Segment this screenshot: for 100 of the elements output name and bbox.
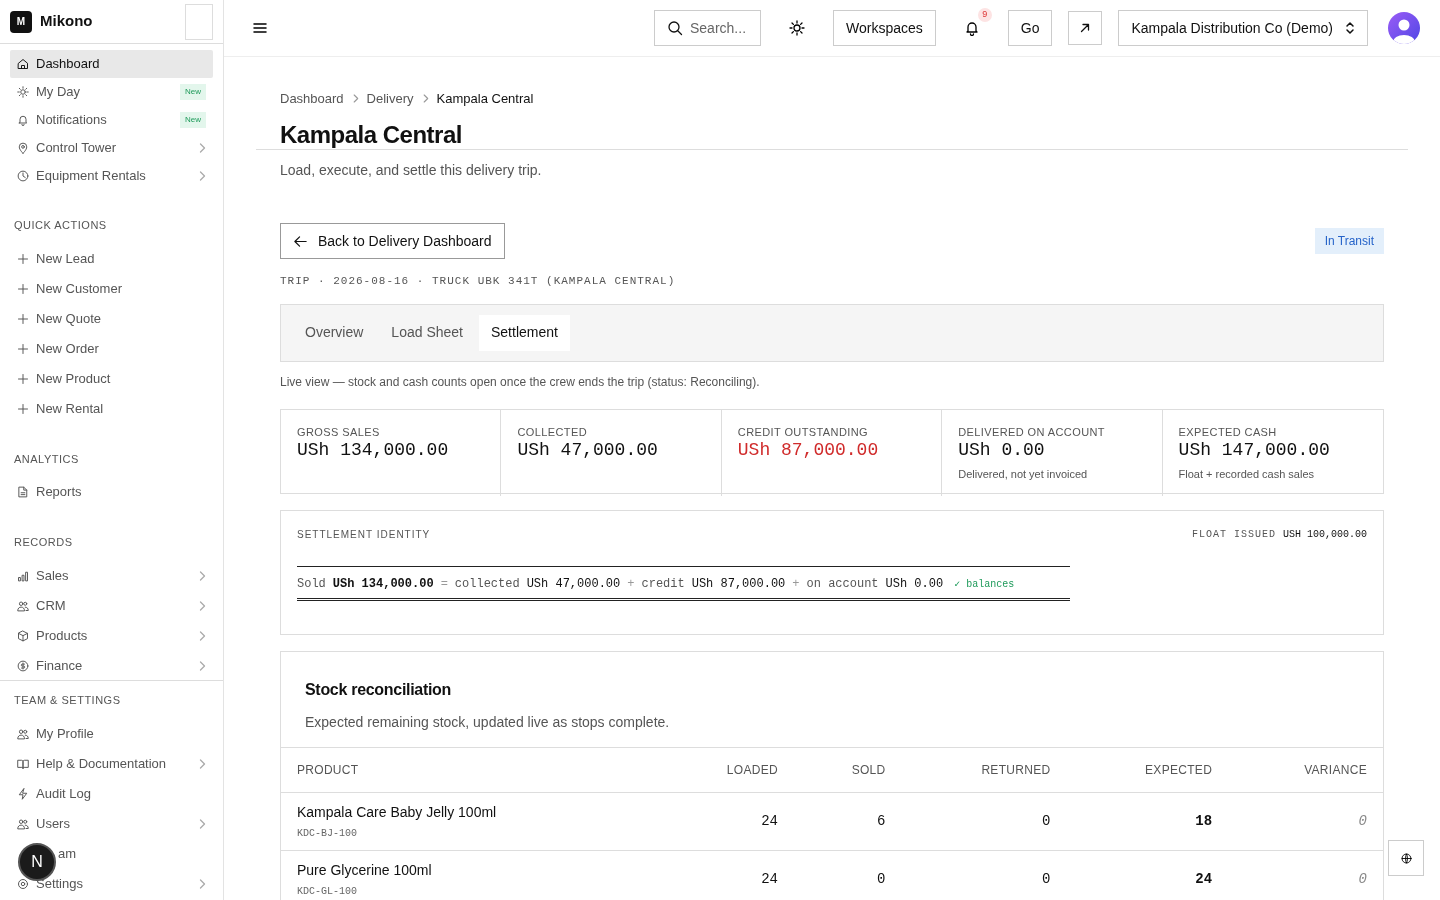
new-badge: New xyxy=(180,84,206,100)
column-header: SOLD xyxy=(794,747,902,793)
book-icon xyxy=(17,757,29,770)
sidebar-item[interactable]: am xyxy=(58,838,213,869)
document-icon xyxy=(17,486,29,498)
equation-term: Sold xyxy=(297,575,326,593)
metric-note: Delivered, not yet invoiced xyxy=(958,466,1089,482)
equation-operator: + xyxy=(792,575,800,593)
cube-icon xyxy=(17,629,29,642)
sidebar-item[interactable]: My Day New xyxy=(10,78,213,106)
metric-label: COLLECTED xyxy=(517,424,588,440)
metric-label: EXPECTED CASH xyxy=(1178,424,1278,440)
sidebar-item[interactable]: New Product xyxy=(10,363,213,394)
equation-amount: USh 134,000.00 xyxy=(332,575,434,593)
globe-icon xyxy=(1400,852,1412,864)
bell-icon xyxy=(17,114,29,126)
table-cell: 0 xyxy=(1042,812,1051,829)
logo: M xyxy=(10,10,32,33)
sidebar-item[interactable]: New Lead xyxy=(10,243,213,274)
back-button[interactable]: Back to Delivery Dashboard xyxy=(280,223,505,260)
sidebar-item[interactable]: Sales xyxy=(10,560,213,591)
sidebar-item[interactable]: My Profile xyxy=(10,718,213,749)
equation-term: collected xyxy=(454,575,520,593)
clock-icon xyxy=(17,170,29,182)
sun-icon xyxy=(789,20,805,36)
sidebar-item[interactable]: New Customer xyxy=(10,273,213,304)
users-icon xyxy=(17,727,29,740)
organization-selector[interactable]: Kampala Distribution Co (Demo) xyxy=(1118,10,1368,46)
table-cell: 0 xyxy=(1358,870,1367,887)
product-name: Pure Glycerine 100ml xyxy=(297,860,433,880)
breadcrumb-link[interactable]: Dashboard xyxy=(280,89,344,109)
breadcrumb-current: Kampala Central xyxy=(436,90,534,108)
sidebar-item[interactable]: Products xyxy=(10,620,213,651)
sidebar-item[interactable]: CRM xyxy=(10,590,213,621)
metric-label: CREDIT OUTSTANDING xyxy=(737,424,870,440)
users-icon xyxy=(17,817,29,830)
table-cell: 24 xyxy=(1195,870,1213,887)
sidebar-item[interactable]: New Quote xyxy=(10,303,213,334)
equation-term: credit xyxy=(641,575,685,593)
product-name: Kampala Care Baby Jelly 100ml xyxy=(297,802,498,822)
language-button[interactable] xyxy=(1388,840,1424,876)
sidebar-item[interactable]: Dashboard xyxy=(10,50,213,78)
metric-value: USh 87,000.00 xyxy=(737,440,880,462)
sidebar-toggle-button[interactable] xyxy=(185,3,213,40)
plus-icon xyxy=(17,372,29,385)
section-title: Stock reconciliation xyxy=(305,679,453,700)
column-header: LOADED xyxy=(658,747,794,793)
product-sku: KDC-BJ-100 xyxy=(297,826,358,841)
equation-amount: USh 47,000.00 xyxy=(526,575,621,593)
sidebar-item[interactable]: Control Tower xyxy=(10,134,213,162)
column-header: EXPECTED xyxy=(1066,747,1229,793)
sidebar-item[interactable]: Help & Documentation xyxy=(10,748,213,779)
metric-value: USh 147,000.00 xyxy=(1178,440,1331,462)
sidebar-item[interactable]: Reports xyxy=(10,477,213,507)
sun-icon xyxy=(17,86,29,98)
tab[interactable]: Settlement xyxy=(479,314,570,351)
table-cell: 0 xyxy=(1042,870,1051,887)
sidebar-item[interactable]: Audit Log xyxy=(10,778,213,809)
table-cell: 0 xyxy=(1358,812,1367,829)
table-cell: 0 xyxy=(877,870,886,887)
column-header: PRODUCT xyxy=(281,747,659,793)
arrow-left-icon xyxy=(293,233,308,249)
chevron-up-down-icon xyxy=(1345,20,1355,36)
bar-chart-icon xyxy=(17,569,29,582)
balance-status: ✓ balances xyxy=(954,577,1015,592)
search-field[interactable]: Search... xyxy=(654,10,761,46)
notification-count: 9 xyxy=(977,8,992,22)
plus-icon xyxy=(17,402,29,415)
section-heading: TEAM & SETTINGS xyxy=(13,693,122,708)
table-cell: 18 xyxy=(1195,812,1213,829)
metric-value: USh 47,000.00 xyxy=(517,440,659,462)
plus-icon xyxy=(17,252,29,265)
sidebar-item[interactable]: Users xyxy=(10,808,213,839)
column-header: RETURNED xyxy=(901,747,1067,793)
tab[interactable]: Overview xyxy=(293,314,376,351)
column-header: VARIANCE xyxy=(1228,747,1383,793)
lightning-icon xyxy=(17,787,29,800)
users-icon xyxy=(17,599,29,612)
location-icon xyxy=(17,142,29,154)
product-sku: KDC-GL-100 xyxy=(297,884,358,899)
sidebar-item[interactable]: Notifications New xyxy=(10,106,213,134)
plus-icon xyxy=(17,342,29,355)
tab[interactable]: Load Sheet xyxy=(379,314,475,351)
trip-meta: TRIP · 2026-08-16 · TRUCK UBK 341T (KAMPALA CENTRAL) xyxy=(280,274,677,290)
page-title: Kampala Central xyxy=(280,120,463,150)
sidebar-item[interactable]: Equipment Rentals xyxy=(10,162,213,190)
sidebar-item[interactable]: New Order xyxy=(10,333,213,364)
workspaces-button[interactable]: Workspaces xyxy=(833,10,936,46)
go-button[interactable]: Go xyxy=(1007,10,1053,46)
app-name: Mikono xyxy=(40,11,93,32)
search-icon xyxy=(667,20,683,36)
sidebar-item[interactable]: New Rental xyxy=(10,393,213,424)
sidebar-item[interactable]: Finance xyxy=(10,650,213,680)
breadcrumb-link[interactable]: Delivery xyxy=(366,89,414,109)
table-cell: 24 xyxy=(761,870,778,887)
open-external-button[interactable] xyxy=(1068,11,1103,45)
plus-icon xyxy=(17,282,29,295)
equation-amount: USh 0.00 xyxy=(885,575,944,593)
info-note: Live view — stock and cash counts open once the crew ends the trip (status: Reconciling). xyxy=(280,373,761,391)
table-cell: 6 xyxy=(877,812,886,829)
